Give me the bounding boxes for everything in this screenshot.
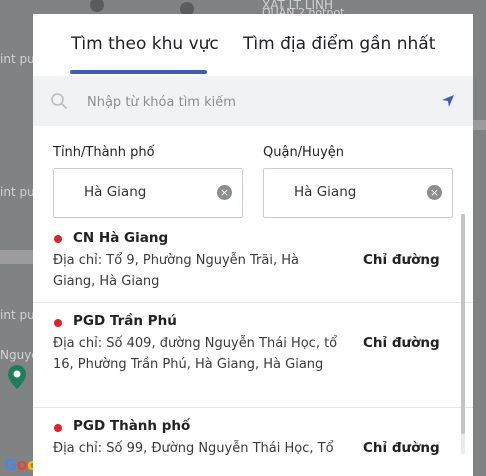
location-marker-icon <box>54 424 62 432</box>
map-label: int pu <box>0 308 35 322</box>
branch-finder-panel: Tìm theo khu vực Tìm địa điểm gần nhất T… <box>33 14 473 476</box>
scrollbar[interactable] <box>461 214 465 454</box>
branch-list-item[interactable]: PGD Trần Phú Địa chỉ: Số 409, đường Nguy… <box>33 303 473 408</box>
clear-icon[interactable]: × <box>427 185 442 200</box>
location-marker-icon <box>54 235 62 243</box>
tab-search-by-area[interactable]: Tìm theo khu vực <box>71 34 219 54</box>
branch-name: PGD Thành phố <box>73 418 191 434</box>
map-marker-icon[interactable] <box>8 365 26 389</box>
directions-button[interactable]: Chỉ đường <box>363 335 440 351</box>
tab-search-nearest[interactable]: Tìm địa điểm gần nhất <box>243 34 435 54</box>
map-poi-icon <box>90 0 104 12</box>
province-select[interactable]: Hà Giang × <box>53 168 243 218</box>
branch-list[interactable]: CN Hà Giang Địa chỉ: Tổ 9, Phường Nguyễn… <box>33 224 473 476</box>
district-select[interactable]: Hà Giang × <box>263 168 453 218</box>
map-road <box>473 120 486 130</box>
locate-arrow-icon[interactable] <box>440 93 456 109</box>
map-label: int pu <box>0 52 35 66</box>
map-label: int pu <box>0 185 35 199</box>
active-tab-indicator <box>70 70 207 74</box>
branch-name: PGD Trần Phú <box>73 313 177 329</box>
search-icon <box>51 93 67 109</box>
clear-icon[interactable]: × <box>217 185 232 200</box>
branch-list-item[interactable]: CN Hà Giang Địa chỉ: Tổ 9, Phường Nguyễn… <box>33 224 473 303</box>
search-input[interactable] <box>85 89 429 115</box>
province-label: Tỉnh/Thành phố <box>53 145 155 160</box>
branch-address: Địa chỉ: Số 99, Đường Nguyễn Thái Học, T… <box>53 441 334 456</box>
location-marker-icon <box>54 319 62 327</box>
search-bar <box>33 76 473 126</box>
branch-address: Địa chỉ: Tổ 9, Phường Nguyễn Trãi, Hà Gi… <box>53 253 299 289</box>
district-select-value: Hà Giang <box>294 184 357 200</box>
directions-button[interactable]: Chỉ đường <box>363 440 440 456</box>
map-road <box>0 250 33 264</box>
tab-bar: Tìm theo khu vực Tìm địa điểm gần nhất <box>33 14 473 76</box>
branch-address: Địa chỉ: Số 409, đường Nguyễn Thái Học, … <box>53 336 338 372</box>
district-label: Quận/Huyện <box>263 145 345 160</box>
directions-button[interactable]: Chỉ đường <box>363 252 440 268</box>
branch-list-item[interactable]: PGD Thành phố Địa chỉ: Số 99, Đường Nguy… <box>33 408 473 476</box>
branch-name: CN Hà Giang <box>73 230 169 246</box>
scrollbar-thumb[interactable] <box>461 214 465 434</box>
province-select-value: Hà Giang <box>84 184 147 200</box>
